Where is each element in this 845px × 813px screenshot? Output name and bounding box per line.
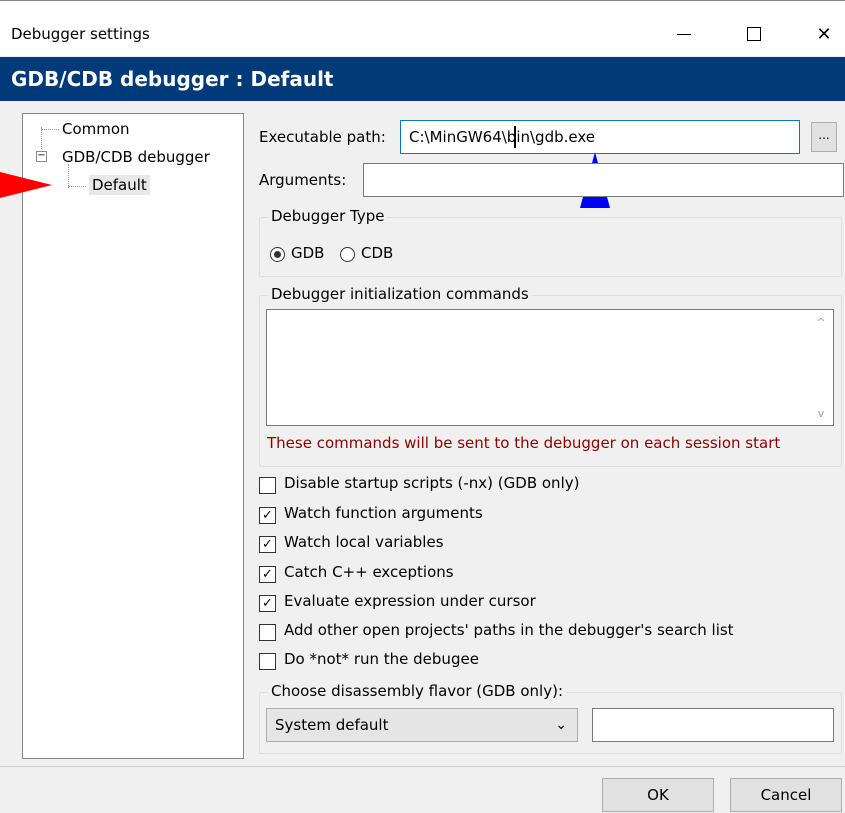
check-icon: ✓ — [262, 508, 273, 523]
debugger-type-title: Debugger Type — [268, 207, 388, 225]
tree-item-common[interactable]: Common — [62, 120, 130, 138]
disable-startup-scripts-label[interactable]: Disable startup scripts (-nx) (GDB only) — [284, 474, 579, 492]
cdb-radio-label[interactable]: CDB — [361, 244, 393, 262]
scroll-up-icon[interactable]: ^ — [815, 316, 827, 329]
ok-button[interactable]: OK — [602, 778, 714, 812]
watch-local-variables-label[interactable]: Watch local variables — [284, 533, 444, 551]
watch-local-variables-checkbox[interactable]: ✓ — [259, 536, 276, 553]
evaluate-expression-checkbox[interactable]: ✓ — [259, 595, 276, 612]
cancel-button[interactable]: Cancel — [730, 778, 842, 812]
close-button[interactable]: ✕ — [796, 11, 845, 57]
tree-connector — [68, 164, 69, 188]
tree-item-default[interactable]: Default — [89, 175, 150, 195]
gdb-radio-label[interactable]: GDB — [291, 244, 324, 262]
executable-path-label: Executable path: — [259, 128, 386, 146]
minus-box-icon[interactable]: − — [36, 151, 47, 162]
add-project-paths-checkbox[interactable] — [259, 624, 276, 641]
tree-item-gdb-cdb-debugger[interactable]: GDB/CDB debugger — [62, 148, 210, 166]
settings-tree: − Common GDB/CDB debugger Default — [22, 113, 244, 759]
check-icon: ✓ — [262, 596, 273, 611]
disassembly-custom-input[interactable] — [592, 708, 834, 742]
do-not-run-debugee-checkbox[interactable] — [259, 653, 276, 670]
watch-function-arguments-label[interactable]: Watch function arguments — [284, 504, 483, 522]
disassembly-title: Choose disassembly flavor (GDB only): — [268, 682, 566, 700]
footer-divider — [0, 766, 845, 767]
cdb-radio[interactable] — [340, 247, 355, 262]
chevron-down-icon: ⌄ — [555, 717, 567, 733]
red-arrow-annotation — [0, 172, 52, 198]
check-icon: ✓ — [262, 567, 273, 582]
catch-cpp-exceptions-checkbox[interactable]: ✓ — [259, 566, 276, 583]
catch-cpp-exceptions-label[interactable]: Catch C++ exceptions — [284, 563, 454, 581]
scroll-down-icon[interactable]: v — [815, 407, 827, 420]
evaluate-expression-label[interactable]: Evaluate expression under cursor — [284, 592, 536, 610]
disassembly-select[interactable]: System default ⌄ — [266, 708, 578, 742]
maximize-icon — [747, 27, 761, 41]
tree-connector — [41, 127, 42, 149]
arguments-label: Arguments: — [259, 171, 347, 189]
init-commands-textarea[interactable]: ^ v — [266, 309, 834, 426]
tree-connector — [41, 129, 59, 130]
gdb-radio[interactable] — [270, 247, 285, 262]
text-caret — [514, 126, 516, 148]
check-icon: ✓ — [262, 537, 273, 552]
add-project-paths-label[interactable]: Add other open projects' paths in the de… — [284, 621, 734, 639]
arguments-input[interactable] — [363, 163, 844, 197]
minimize-icon — [677, 33, 691, 35]
tree-connector — [68, 186, 86, 187]
init-commands-title: Debugger initialization commands — [268, 285, 532, 303]
title-bar: Debugger settings ✕ — [0, 0, 845, 56]
minimize-button[interactable] — [656, 11, 712, 57]
browse-button[interactable]: ... — [811, 122, 837, 152]
page-title: GDB/CDB debugger : Default — [0, 57, 845, 101]
do-not-run-debugee-label[interactable]: Do *not* run the debugee — [284, 650, 479, 668]
executable-path-input[interactable]: C:\MinGW64\bin\gdb.exe — [400, 120, 800, 154]
disable-startup-scripts-checkbox[interactable] — [259, 477, 276, 494]
watch-function-arguments-checkbox[interactable]: ✓ — [259, 507, 276, 524]
disassembly-selected-value: System default — [275, 716, 389, 734]
init-commands-note: These commands will be sent to the debug… — [267, 434, 781, 452]
close-icon: ✕ — [816, 23, 832, 45]
maximize-button[interactable] — [726, 11, 782, 57]
window-title: Debugger settings — [11, 25, 150, 43]
